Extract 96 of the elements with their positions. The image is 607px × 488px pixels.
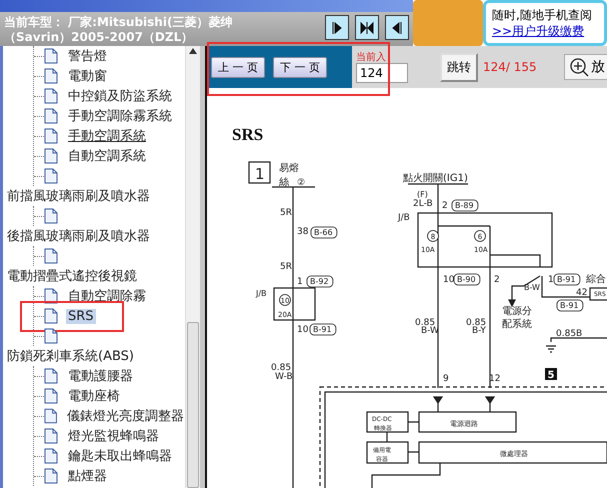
tree-item[interactable]: 鑰匙未取出蜂鳴器	[66, 447, 174, 465]
connector-label: B-90	[454, 274, 480, 286]
arrow-left-icon	[392, 20, 402, 34]
zoom-in-button[interactable]: 放	[564, 54, 607, 80]
diagram-label: 38	[297, 227, 308, 237]
page-icon	[44, 68, 58, 84]
tree-item[interactable]: 電動窗	[66, 67, 109, 85]
split-view-button[interactable]	[355, 15, 379, 40]
next-page-button[interactable]: 下 一 页	[273, 56, 327, 78]
diagram-label: 5R	[280, 262, 292, 272]
diagram-label: W-B	[275, 372, 293, 382]
tree-item[interactable]: 中控鎖及防盜系統	[66, 87, 174, 105]
page-icon	[44, 328, 58, 344]
diagram-label: 1	[548, 275, 554, 285]
tree-folder[interactable]: 電動摺疊式遙控後視鏡	[7, 267, 137, 285]
page-icon	[44, 108, 58, 124]
arrows-inward-icon	[360, 20, 374, 34]
page-count: 124/ 155	[483, 60, 537, 74]
tree-item[interactable]: 自動空調系統	[66, 147, 148, 165]
diagram-label: ②	[297, 178, 306, 188]
page-icon	[44, 248, 58, 264]
diagram-label: 1	[297, 277, 303, 287]
zoom-in-icon	[569, 57, 589, 77]
diagram-label: J/B	[256, 289, 267, 298]
connector-label: B-92	[306, 276, 334, 288]
scrollbar[interactable]	[185, 46, 200, 488]
diagram-label: (F)	[417, 190, 428, 199]
diagram-label: 1	[255, 165, 265, 183]
page-icon	[44, 168, 58, 184]
diagram-label: 0.85B	[556, 329, 582, 339]
diagram-label: 9	[443, 374, 449, 384]
connector-label: B-66	[310, 226, 338, 238]
banner-text: 随时,随地手机查阅	[492, 7, 593, 23]
previous-page-button[interactable]: 上 一 页	[211, 56, 265, 78]
tree-item[interactable]: 電動護腰器	[66, 367, 135, 385]
page-icon	[44, 128, 58, 144]
diagram-label: 12	[489, 374, 500, 384]
tree-item[interactable]: 手動空調系統	[66, 127, 148, 145]
page-icon	[44, 388, 58, 404]
tree-folder[interactable]: 前擋風玻璃雨刷及噴水器	[7, 187, 150, 205]
tree-item[interactable]: 警告燈	[66, 47, 109, 65]
page-icon	[44, 88, 58, 104]
page-icon	[44, 208, 58, 224]
diagram-label: 綜合	[586, 274, 606, 285]
scroll-up-icon[interactable]	[189, 48, 197, 54]
tree-item[interactable]: SRS	[66, 308, 96, 324]
diagram-label: 2	[494, 275, 500, 285]
diagram-label: 0.85	[415, 318, 436, 328]
connector-label: B-91	[556, 300, 584, 312]
connector-label: B-91	[554, 274, 580, 286]
diagram-label: 2L-B	[413, 199, 433, 209]
diagram-label: 5R	[280, 208, 292, 218]
diagram-title: SRS	[232, 125, 264, 144]
tree-item[interactable]: 電動座椅	[66, 387, 122, 405]
diagram-label: 10	[443, 275, 454, 285]
diagram-label: 0.85	[271, 363, 292, 373]
splitter[interactable]	[200, 46, 207, 488]
diagram-label: 2	[442, 201, 448, 211]
tree-item[interactable]: 自動空調除霧	[66, 287, 148, 305]
tree-folder[interactable]: 後擋風玻璃雨刷及噴水器	[7, 227, 150, 245]
page-icon	[44, 368, 58, 384]
diagram-label: 配系統	[502, 319, 532, 330]
page-icon	[44, 468, 58, 484]
diagram-label: 42	[576, 288, 588, 298]
tree-item[interactable]: 點煙器	[66, 467, 109, 485]
connector-label: B-89	[452, 200, 478, 212]
tree-item[interactable]: 儀錶燈光亮度調整器	[65, 407, 186, 425]
diagram-label: 點火開關(IG1)	[403, 173, 468, 184]
upgrade-link[interactable]: >>用户升级缴费	[492, 23, 604, 39]
page-icon	[44, 308, 58, 324]
diagram-label: J/B	[398, 213, 410, 223]
page-icon	[44, 148, 58, 164]
page-icon	[44, 48, 58, 64]
mascot-illustration	[413, 0, 483, 46]
diagram-label: B-Y	[472, 326, 486, 336]
page-input[interactable]: 124	[356, 62, 408, 82]
tree-item[interactable]: 手動空調除霧系統	[66, 107, 174, 125]
arrow-right-icon	[332, 20, 342, 34]
diagram-label: 0.85	[466, 318, 486, 328]
diagram-label: 電源分	[502, 306, 532, 317]
page-icon	[44, 448, 58, 464]
page-icon	[44, 428, 58, 444]
connector-label: B-91	[310, 324, 336, 336]
page-label: 当前入	[356, 52, 387, 62]
vehicle-model-text: （Savrin）2005-2007（DZL）	[4, 30, 194, 45]
diagram-label: 絲	[279, 177, 289, 188]
collapse-left-button[interactable]	[385, 15, 409, 40]
tree-folder[interactable]: 防鎖死剎車系統(ABS)	[7, 347, 134, 365]
diagram-label: 10	[297, 325, 308, 335]
collapse-right-button[interactable]	[325, 15, 349, 40]
page-icon	[44, 408, 57, 424]
ground-number: 5	[545, 368, 557, 381]
tree-item[interactable]: 燈光監視蜂鳴器	[66, 427, 161, 445]
jump-button[interactable]: 跳转	[440, 52, 478, 82]
vehicle-model-text: 当前车型： 厂家:Mitsubishi(三菱）菱绅	[4, 15, 232, 30]
diagram-label: 易熔	[279, 163, 299, 174]
